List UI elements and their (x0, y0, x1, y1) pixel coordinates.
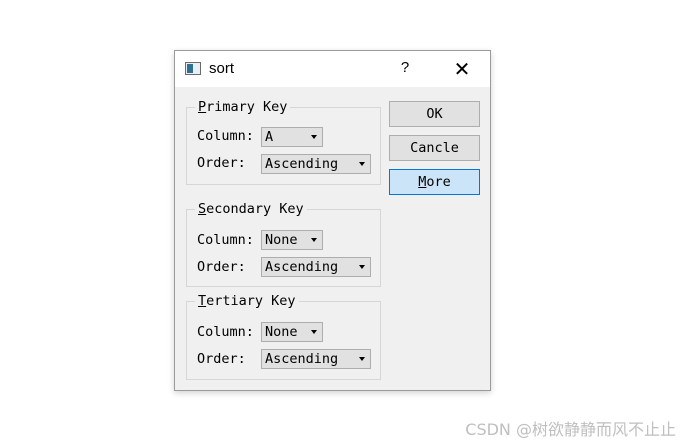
chevron-down-icon (311, 135, 317, 139)
title-bar[interactable]: sort ? ✕ (175, 51, 490, 87)
chevron-down-icon (359, 357, 365, 361)
secondary-key-title: Secondary Key (195, 201, 307, 217)
more-button[interactable]: More (389, 169, 480, 195)
close-icon[interactable]: ✕ (449, 57, 475, 81)
ok-button[interactable]: OK (389, 101, 480, 127)
tertiary-order-label: Order: (197, 351, 246, 367)
chevron-down-icon (359, 162, 365, 166)
primary-column-label: Column: (197, 128, 254, 144)
secondary-order-label: Order: (197, 259, 246, 275)
cancel-button[interactable]: Cancle (389, 135, 480, 161)
secondary-order-combo[interactable]: Ascending (261, 257, 371, 277)
primary-order-combo[interactable]: Ascending (261, 154, 371, 174)
primary-order-value: Ascending (265, 156, 339, 172)
chevron-down-icon (311, 330, 317, 334)
secondary-key-group: Secondary Key Column: None Order: Ascend… (186, 201, 381, 287)
primary-key-title: Primary Key (195, 99, 291, 115)
chevron-down-icon (311, 238, 317, 242)
secondary-column-label: Column: (197, 232, 254, 248)
tertiary-column-value: None (265, 324, 298, 340)
primary-key-group: Primary Key Column: A Order: Ascending (186, 99, 381, 185)
secondary-column-value: None (265, 232, 298, 248)
window-icon (185, 62, 201, 75)
window-title: sort (209, 60, 235, 77)
primary-column-value: A (265, 129, 274, 145)
tertiary-column-combo[interactable]: None (261, 322, 323, 342)
primary-order-label: Order: (197, 155, 246, 171)
watermark: CSDN @树欲静静而风不止止 (465, 420, 676, 439)
secondary-column-combo[interactable]: None (261, 230, 323, 250)
sort-dialog: sort ? ✕ Primary Key Column: A Order: As… (174, 50, 491, 391)
chevron-down-icon (359, 265, 365, 269)
tertiary-key-group: Tertiary Key Column: None Order: Ascendi… (186, 293, 381, 380)
tertiary-order-combo[interactable]: Ascending (261, 349, 371, 369)
tertiary-column-label: Column: (197, 324, 254, 340)
tertiary-key-title: Tertiary Key (195, 293, 299, 309)
primary-column-combo[interactable]: A (261, 127, 323, 147)
help-button[interactable]: ? (393, 59, 417, 79)
tertiary-order-value: Ascending (265, 351, 339, 367)
secondary-order-value: Ascending (265, 259, 339, 275)
